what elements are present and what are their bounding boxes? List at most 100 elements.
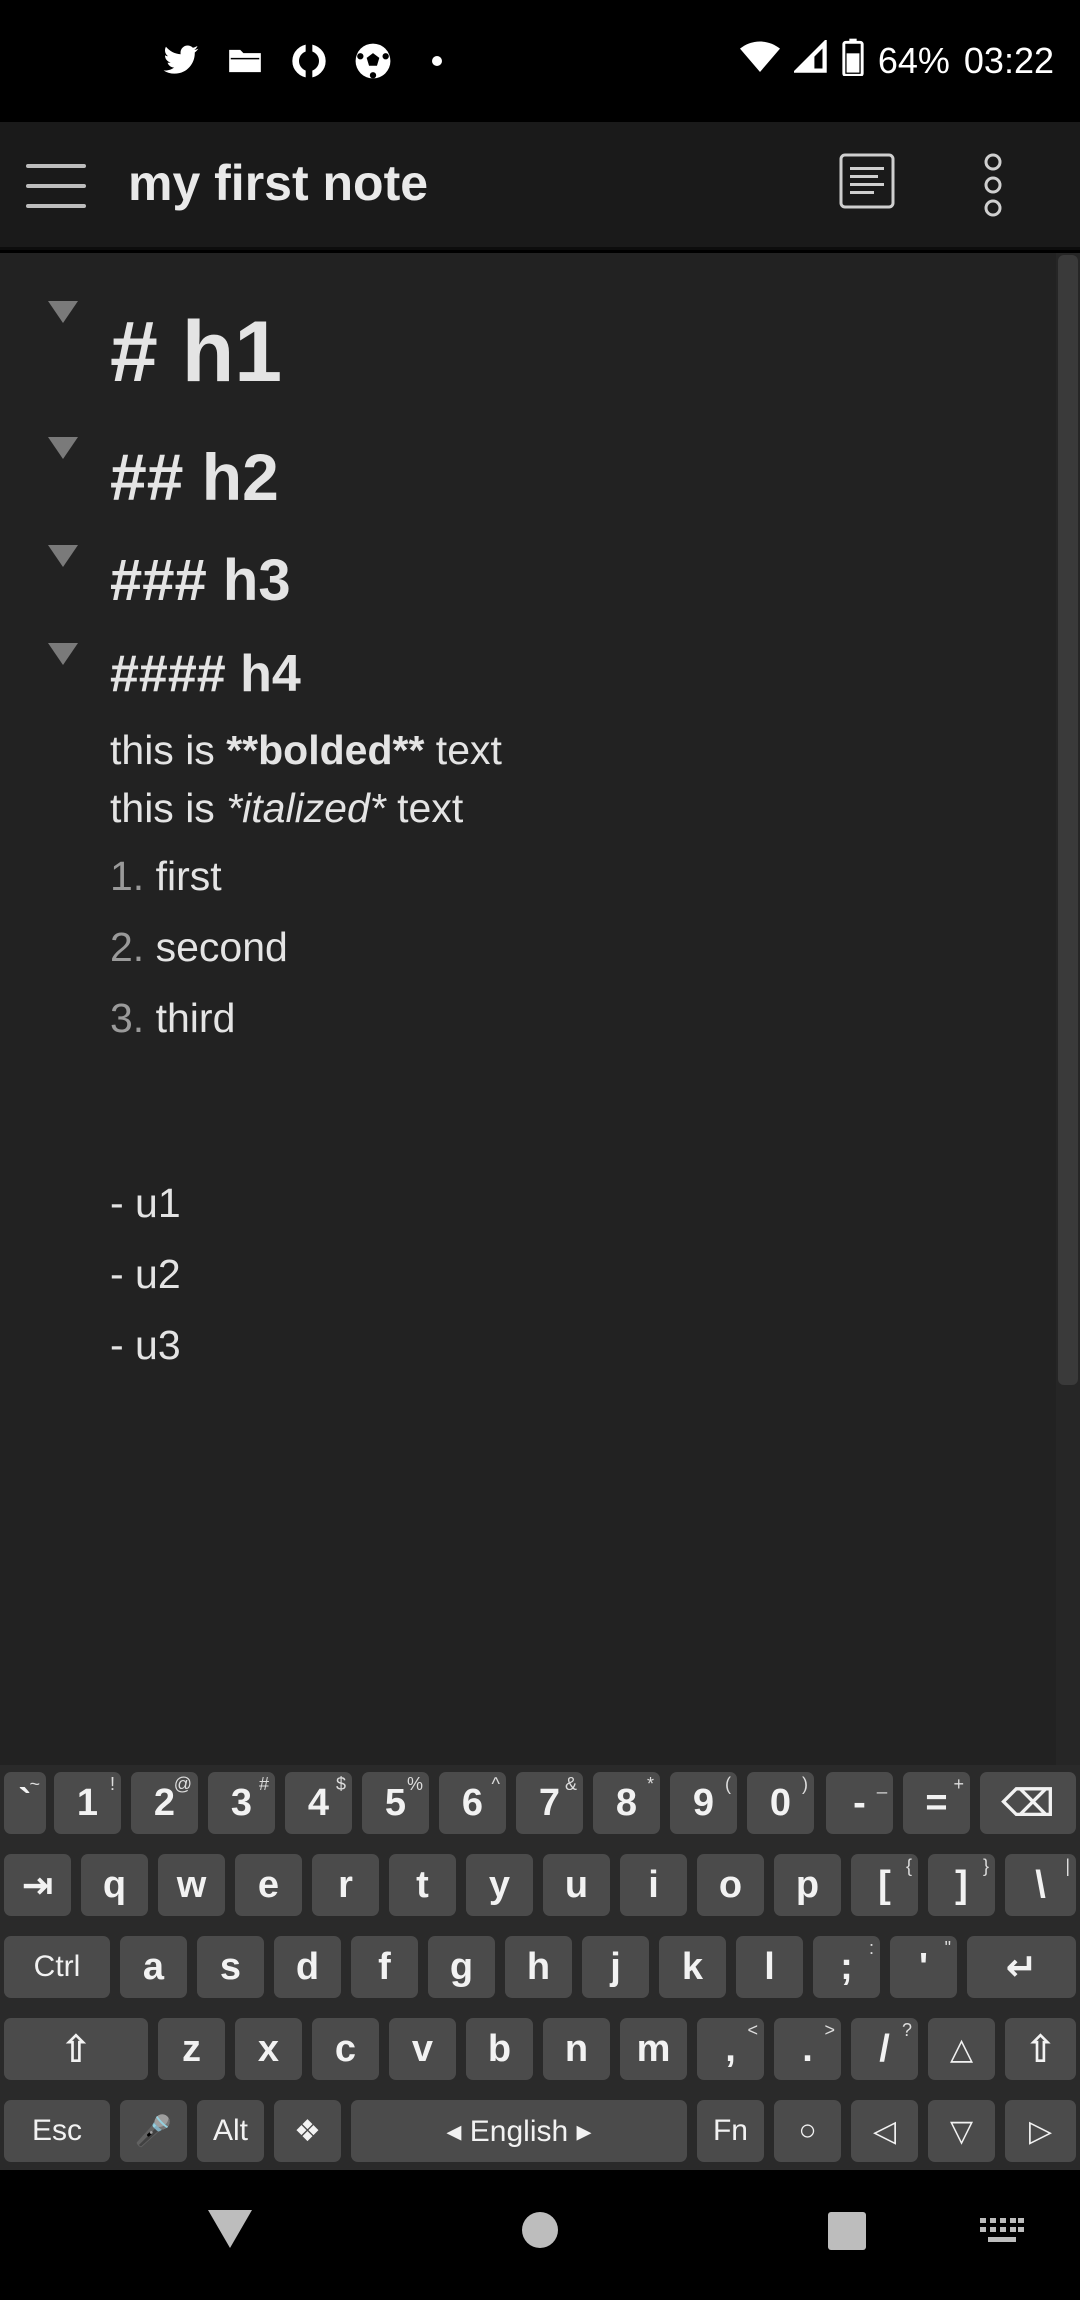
list-number: 2. — [110, 924, 145, 970]
key-i[interactable]: i — [620, 1854, 687, 1916]
app-bar: my first note — [0, 122, 1080, 250]
keyboard-icon[interactable] — [980, 2218, 1024, 2244]
key-backtick[interactable]: ` ~ — [4, 1772, 46, 1834]
key-1[interactable]: 1! — [54, 1772, 121, 1834]
italic-markup: *italized* — [226, 785, 386, 831]
key-9[interactable]: 9( — [670, 1772, 737, 1834]
alt-key[interactable]: Alt — [197, 2100, 264, 2162]
key-semicolon[interactable]: ;: — [813, 1936, 880, 1998]
key-quote[interactable]: ' " — [890, 1936, 957, 1998]
key-equals[interactable]: = + — [903, 1772, 970, 1834]
microphone-icon[interactable]: 🎤 — [120, 2100, 187, 2162]
dot-icon — [416, 40, 458, 82]
keyboard-row-numbers: ` ~ 1! 2 @ 3 # 4 $ 5% 6 ^ 7 & 8 * 9( 0) - _ = + ⌫ — [0, 1772, 1080, 1838]
key-8[interactable]: 8 * — [593, 1772, 660, 1834]
key-z[interactable]: z — [158, 2018, 225, 2080]
italic-text-line[interactable]: this is *italized* text — [110, 785, 463, 832]
key-t[interactable]: t — [389, 1854, 456, 1916]
key-6[interactable]: 6 ^ — [439, 1772, 506, 1834]
heading-3-line[interactable]: ### h3 — [110, 547, 291, 614]
key-slash[interactable]: /? — [851, 2018, 918, 2080]
key-h[interactable]: h — [505, 1936, 572, 1998]
arrow-home-key[interactable]: ○ — [774, 2100, 841, 2162]
heading-1-line[interactable]: # h1 — [110, 303, 282, 402]
key-5[interactable]: 5% — [362, 1772, 429, 1834]
key-4[interactable]: 4 $ — [285, 1772, 352, 1834]
key-u[interactable]: u — [543, 1854, 610, 1916]
key-v[interactable]: v — [389, 2018, 456, 2080]
settings-diamond-icon[interactable]: ❖ — [274, 2100, 341, 2162]
unordered-list-item[interactable]: - u2 — [110, 1251, 181, 1298]
key-m[interactable]: m — [620, 2018, 687, 2080]
unordered-list-item[interactable]: - u3 — [110, 1322, 181, 1369]
key-e[interactable]: e — [235, 1854, 302, 1916]
arrow-up-key[interactable]: △ — [928, 2018, 995, 2080]
home-circle-icon[interactable] — [520, 2210, 560, 2250]
key-3[interactable]: 3 # — [208, 1772, 275, 1834]
back-triangle-icon[interactable] — [208, 2210, 252, 2250]
fold-h4-icon[interactable] — [48, 643, 78, 665]
menu-icon[interactable] — [26, 160, 86, 212]
ctrl-key[interactable]: Ctrl — [4, 1936, 110, 1998]
key-b[interactable]: b — [466, 2018, 533, 2080]
fold-h2-icon[interactable] — [48, 437, 78, 459]
fold-h3-icon[interactable] — [48, 545, 78, 567]
shift-right-key[interactable]: ⇧ — [1005, 2018, 1076, 2080]
key-o[interactable]: o — [697, 1854, 764, 1916]
ordered-list-item[interactable]: 2. second — [110, 924, 288, 971]
key-right-bracket[interactable]: ]} — [928, 1854, 995, 1916]
key-0[interactable]: 0) — [747, 1772, 814, 1834]
fn-key[interactable]: Fn — [697, 2100, 764, 2162]
unordered-list-item[interactable]: - u1 — [110, 1180, 181, 1227]
bold-text-line[interactable]: this is **bolded** text — [110, 727, 502, 774]
arrow-right-key[interactable]: ▷ — [1005, 2100, 1076, 2162]
tab-key[interactable]: ⇥ — [4, 1854, 71, 1916]
key-x[interactable]: x — [235, 2018, 302, 2080]
heading-2-line[interactable]: ## h2 — [110, 439, 279, 515]
key-backslash[interactable]: \ | — [1005, 1854, 1076, 1916]
fold-h1-icon[interactable] — [48, 301, 78, 323]
key-7[interactable]: 7 & — [516, 1772, 583, 1834]
key-q[interactable]: q — [81, 1854, 148, 1916]
key-l[interactable]: l — [736, 1936, 803, 1998]
markdown-editor[interactable]: # h1 ## h2 ### h3 #### h4 this is **bold… — [0, 253, 1080, 1765]
key-c[interactable]: c — [312, 2018, 379, 2080]
key-r[interactable]: r — [312, 1854, 379, 1916]
key-n[interactable]: n — [543, 2018, 610, 2080]
key-y[interactable]: y — [466, 1854, 533, 1916]
backspace-key[interactable]: ⌫ — [980, 1772, 1076, 1834]
key-s[interactable]: s — [197, 1936, 264, 1998]
note-title: my first note — [128, 155, 429, 211]
keyboard-row-function: Esc 🎤 Alt ❖ ◂ English ▸ Fn ○ ◁ ▽ ▷ — [0, 2100, 1080, 2166]
key-k[interactable]: k — [659, 1936, 726, 1998]
key-j[interactable]: j — [582, 1936, 649, 1998]
esc-key[interactable]: Esc — [4, 2100, 110, 2162]
key-g[interactable]: g — [428, 1936, 495, 1998]
recents-square-icon[interactable] — [828, 2212, 866, 2250]
shift-left-key[interactable]: ⇧ — [4, 2018, 148, 2080]
key-f[interactable]: f — [351, 1936, 418, 1998]
arrow-down-key[interactable]: ▽ — [928, 2100, 995, 2162]
key-left-bracket[interactable]: [{ — [851, 1854, 918, 1916]
key-a[interactable]: a — [120, 1936, 187, 1998]
key-period[interactable]: . > — [774, 2018, 841, 2080]
spacebar-language-key[interactable]: ◂ English ▸ — [351, 2100, 687, 2162]
key-d[interactable]: d — [274, 1936, 341, 1998]
key-comma[interactable]: , < — [697, 2018, 764, 2080]
key-w[interactable]: w — [158, 1854, 225, 1916]
key-p[interactable]: p — [774, 1854, 841, 1916]
key-minus[interactable]: - _ — [826, 1772, 893, 1834]
arrow-left-key[interactable]: ◁ — [851, 2100, 918, 2162]
keyboard-row-qwerty: ⇥ q w e r t y u i o p [{ ]} \ | — [0, 1854, 1080, 1920]
document-preview-icon[interactable] — [838, 152, 896, 210]
more-vertical-icon[interactable] — [968, 152, 1018, 218]
list-item-text: first — [155, 853, 222, 899]
heading-4-line[interactable]: #### h4 — [110, 644, 301, 704]
ordered-list-item[interactable]: 1. first — [110, 853, 222, 900]
enter-key[interactable]: ↵ — [967, 1936, 1076, 1998]
list-number: 3. — [110, 995, 145, 1041]
scrollbar-thumb[interactable] — [1058, 255, 1078, 1385]
list-item-text: third — [155, 995, 236, 1041]
ordered-list-item[interactable]: 3. third — [110, 995, 235, 1042]
key-2[interactable]: 2 @ — [131, 1772, 198, 1834]
